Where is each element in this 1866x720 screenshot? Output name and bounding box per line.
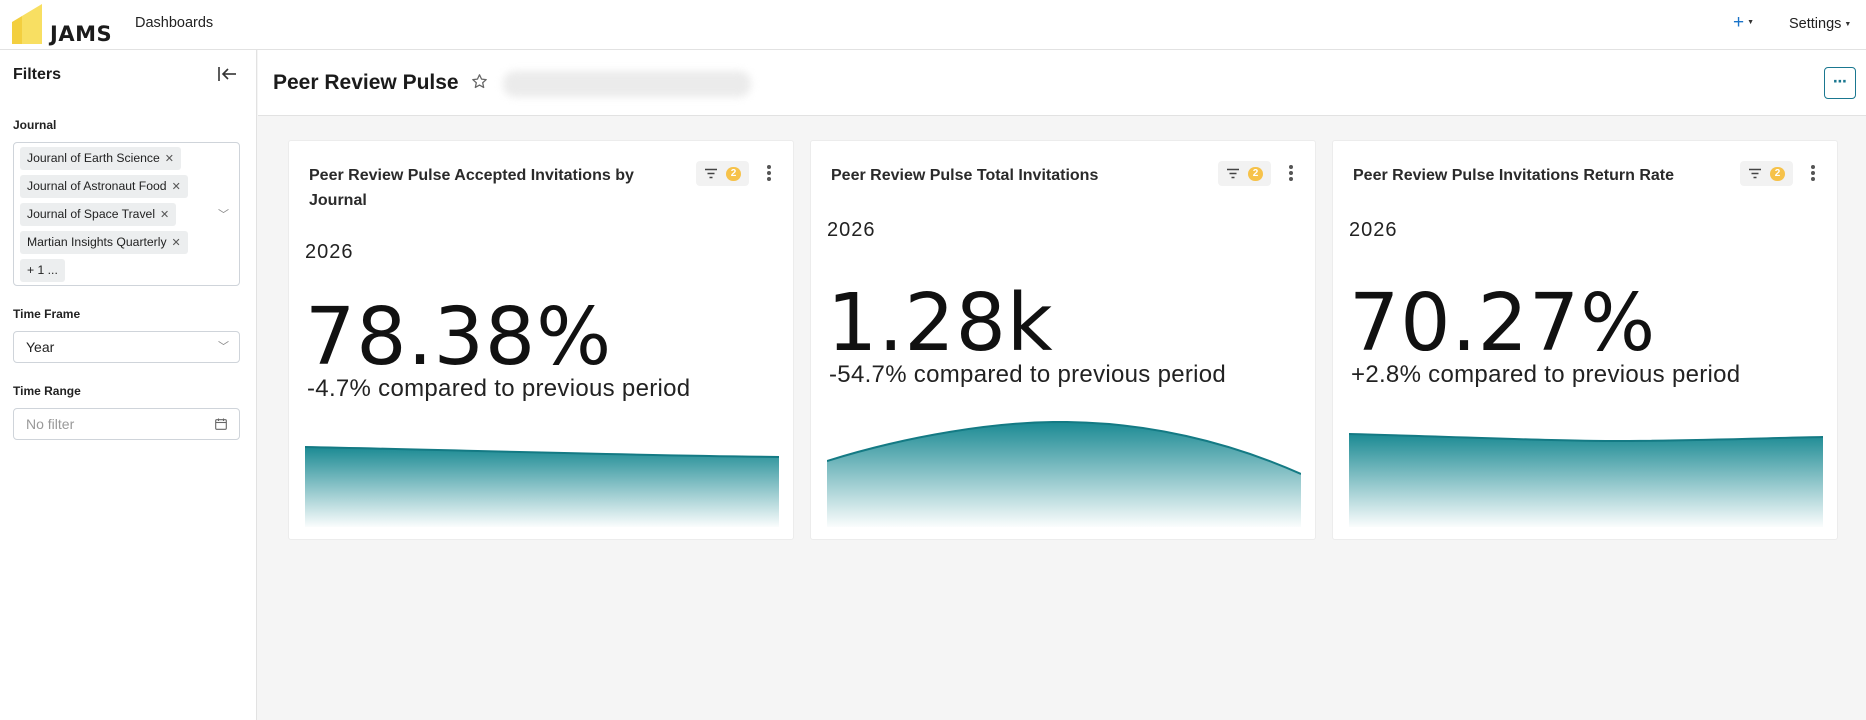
logo-text: JAMS bbox=[50, 22, 113, 46]
kpi-value: 1.28k bbox=[827, 277, 1054, 369]
calendar-icon bbox=[215, 418, 227, 430]
collapse-left-icon bbox=[218, 67, 236, 81]
filter-icon bbox=[1227, 168, 1239, 179]
journal-chip: Jouranl of Earth Science ✕ bbox=[20, 147, 182, 171]
remove-chip-icon[interactable]: ✕ bbox=[172, 232, 181, 255]
filter-count-badge: 2 bbox=[1248, 167, 1263, 181]
card-title: Peer Review Pulse Total Invitations bbox=[831, 167, 1099, 184]
kpi-value: 70.27% bbox=[1349, 277, 1657, 369]
card-filters-button[interactable]: 2 bbox=[1218, 161, 1271, 186]
chevron-down-icon[interactable]: ﹀ bbox=[218, 206, 229, 222]
card-period: 2026 bbox=[1349, 219, 1398, 241]
more-journals-chip[interactable]: + 1 ... bbox=[20, 259, 65, 282]
chip-label: + 1 ... bbox=[27, 263, 58, 277]
chip-label: Journal of Astronaut Food bbox=[27, 179, 167, 193]
kpi-value: 78.38% bbox=[305, 291, 613, 383]
sparkline-area bbox=[305, 447, 779, 527]
favorite-star-icon[interactable] bbox=[471, 73, 488, 90]
plus-icon: + bbox=[1733, 12, 1745, 33]
kpi-change: -54.7% compared to previous period bbox=[829, 361, 1227, 388]
chip-label: Journal of Space Travel bbox=[27, 207, 156, 221]
kpi-card: Peer Review Pulse Total Invitations 2 20… bbox=[810, 140, 1316, 540]
journal-chip: Journal of Astronaut Food ✕ bbox=[20, 175, 188, 198]
card-title: Peer Review Pulse Invitations Return Rat… bbox=[1353, 167, 1674, 184]
settings-label: Settings bbox=[1789, 16, 1842, 32]
jams-logo[interactable]: JAMS bbox=[12, 4, 122, 46]
remove-chip-icon[interactable]: ✕ bbox=[172, 176, 181, 199]
kpi-change: -4.7% compared to previous period bbox=[307, 375, 691, 402]
time-range-placeholder: No filter bbox=[26, 416, 75, 432]
card-filters-button[interactable]: 2 bbox=[696, 161, 749, 186]
blurred-metadata bbox=[503, 71, 751, 97]
card-menu-kebab-icon[interactable] bbox=[763, 163, 775, 185]
journal-multiselect[interactable]: Jouranl of Earth Science ✕ Journal of Ast… bbox=[13, 142, 240, 286]
card-title: Peer Review Pulse Accepted Invitations b… bbox=[309, 167, 634, 209]
time-frame-select[interactable]: Year ﹀ bbox=[13, 331, 240, 363]
time-frame-label: Time Frame bbox=[13, 307, 81, 321]
top-navbar: JAMS Dashboards + ▼ Settings ▼ bbox=[0, 0, 1866, 50]
ellipsis-icon: ⋯ bbox=[1833, 73, 1847, 89]
sparkline-chart bbox=[827, 421, 1301, 527]
card-filters-button[interactable]: 2 bbox=[1740, 161, 1793, 186]
logo-icon bbox=[12, 4, 42, 44]
card-menu-kebab-icon[interactable] bbox=[1807, 163, 1819, 185]
sparkline-area bbox=[1349, 434, 1823, 527]
filter-count-badge: 2 bbox=[1770, 167, 1785, 181]
kpi-card: Peer Review Pulse Invitations Return Rat… bbox=[1332, 140, 1838, 540]
filter-count-badge: 2 bbox=[726, 167, 741, 181]
journal-chip: Journal of Space Travel ✕ bbox=[20, 203, 177, 227]
dashboard-main: Peer Review Pulse ⋯ Peer Review Pulse Ac… bbox=[258, 50, 1866, 720]
time-range-label: Time Range bbox=[13, 384, 81, 398]
card-menu-kebab-icon[interactable] bbox=[1285, 163, 1297, 185]
filters-title: Filters bbox=[13, 66, 62, 83]
chip-label: Jouranl of Earth Science bbox=[27, 151, 160, 165]
kpi-change: +2.8% compared to previous period bbox=[1351, 361, 1741, 388]
add-new-button[interactable]: + ▼ bbox=[1733, 12, 1754, 34]
settings-menu[interactable]: Settings ▼ bbox=[1789, 16, 1851, 32]
filters-sidebar: Filters Journal Jouranl of Earth Science… bbox=[0, 50, 257, 720]
journal-label: Journal bbox=[13, 118, 57, 132]
sparkline-area bbox=[827, 421, 1301, 527]
card-period: 2026 bbox=[305, 241, 354, 263]
sparkline-chart bbox=[1349, 433, 1823, 527]
filter-icon bbox=[705, 168, 717, 179]
journal-chip: Martian Insights Quarterly ✕ bbox=[20, 231, 188, 254]
remove-chip-icon[interactable]: ✕ bbox=[165, 148, 174, 171]
kpi-card: Peer Review Pulse Accepted Invitations b… bbox=[288, 140, 794, 540]
filter-icon bbox=[1749, 168, 1761, 179]
more-actions-button[interactable]: ⋯ bbox=[1824, 67, 1856, 99]
remove-chip-icon[interactable]: ✕ bbox=[160, 204, 169, 227]
time-frame-value: Year bbox=[26, 339, 55, 355]
dashboard-header: Peer Review Pulse ⋯ bbox=[258, 50, 1866, 116]
caret-down-icon: ▼ bbox=[1747, 19, 1755, 27]
page-title: Peer Review Pulse bbox=[273, 71, 459, 94]
collapse-sidebar-button[interactable] bbox=[216, 64, 238, 84]
caret-down-icon: ▼ bbox=[1844, 20, 1852, 28]
chevron-down-icon: ﹀ bbox=[218, 341, 229, 353]
sparkline-chart bbox=[305, 446, 779, 527]
nav-dashboards-link[interactable]: Dashboards bbox=[135, 15, 213, 31]
chip-label: Martian Insights Quarterly bbox=[27, 235, 167, 249]
card-period: 2026 bbox=[827, 219, 876, 241]
time-range-picker[interactable]: No filter bbox=[13, 408, 240, 440]
